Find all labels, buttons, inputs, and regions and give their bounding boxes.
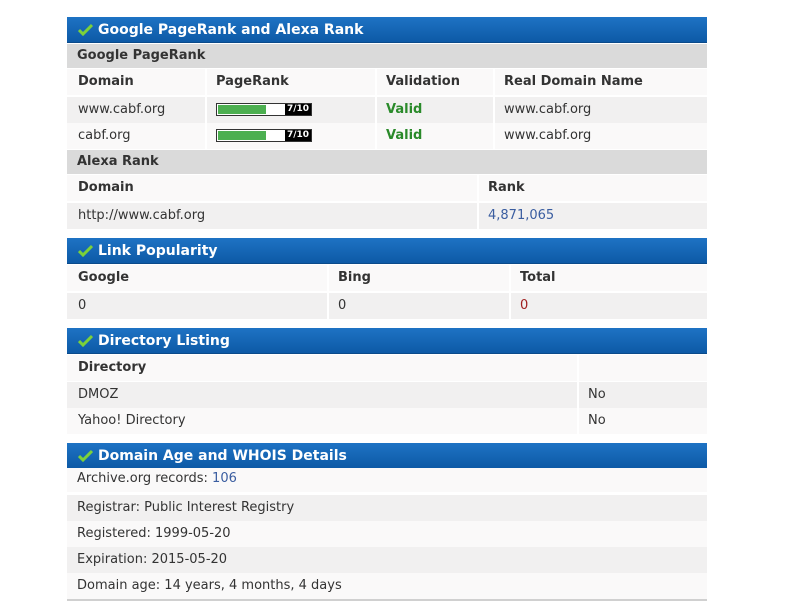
alexa-rank-link[interactable]: 4,871,065 xyxy=(477,203,707,229)
google-count: 0 xyxy=(78,298,87,313)
divider xyxy=(67,599,707,601)
validation-status: Valid xyxy=(386,102,423,117)
table-row: www.cabf.org 7/10 Valid www.cabf.org xyxy=(67,97,707,123)
table-row: cabf.org 7/10 Valid www.cabf.org xyxy=(67,123,707,149)
section-header-link-popularity: Link Popularity xyxy=(67,238,707,264)
column-header-pagerank: PageRank xyxy=(216,74,289,89)
directory-name: DMOZ xyxy=(78,387,119,402)
subhead-alexa-rank: Alexa Rank xyxy=(67,150,707,174)
domain-cell: www.cabf.org xyxy=(78,102,166,117)
section-header-pagerank: Google PageRank and Alexa Rank xyxy=(67,17,707,43)
table-row: 0 0 0 xyxy=(67,293,707,319)
validation-status: Valid xyxy=(386,128,423,143)
table-header-row: Domain Rank xyxy=(67,175,707,201)
column-header-total: Total xyxy=(520,270,556,285)
table-row: DMOZ No xyxy=(67,382,707,408)
directory-status: No xyxy=(588,387,606,402)
table-row: http://www.cabf.org 4,871,065 xyxy=(67,203,707,229)
column-header-real-domain: Real Domain Name xyxy=(504,74,643,89)
subhead-google-pagerank: Google PageRank xyxy=(67,44,707,68)
registered-date: Registered: 1999-05-20 xyxy=(77,526,231,541)
domain-cell: cabf.org xyxy=(78,128,131,143)
total-count: 0 xyxy=(520,298,529,313)
section-title: Google PageRank and Alexa Rank xyxy=(98,22,364,38)
expiration-date: Expiration: 2015-05-20 xyxy=(77,552,228,567)
check-icon xyxy=(78,334,93,347)
column-header-domain: Domain xyxy=(78,180,134,195)
archive-row: Archive.org records: 106 xyxy=(67,468,707,492)
domain-age-row: Domain age: 14 years, 4 months, 4 days xyxy=(67,573,707,599)
check-icon xyxy=(78,244,93,257)
registered-row: Registered: 1999-05-20 xyxy=(67,521,707,547)
column-header-rank: Rank xyxy=(488,180,525,195)
section-header-directory-listing: Directory Listing xyxy=(67,328,707,354)
pagerank-bar: 7/10 xyxy=(216,103,312,116)
alexa-domain-cell: http://www.cabf.org xyxy=(78,208,206,223)
directory-name: Yahoo! Directory xyxy=(78,413,186,428)
domain-age-text: Domain age: 14 years, 4 months, 4 days xyxy=(77,578,342,593)
real-domain-cell: www.cabf.org xyxy=(504,128,592,143)
section-title: Domain Age and WHOIS Details xyxy=(98,448,347,464)
table-row: Yahoo! Directory No xyxy=(67,408,707,434)
section-header-domain-age: Domain Age and WHOIS Details xyxy=(67,443,707,469)
directory-status: No xyxy=(588,413,606,428)
column-header-directory: Directory xyxy=(78,360,147,375)
pagerank-bar: 7/10 xyxy=(216,129,312,142)
pagerank-label: 7/10 xyxy=(285,104,311,115)
section-title: Link Popularity xyxy=(98,243,218,259)
pagerank-fill xyxy=(218,105,266,114)
expiration-row: Expiration: 2015-05-20 xyxy=(67,547,707,573)
check-icon xyxy=(78,23,93,36)
pagerank-label: 7/10 xyxy=(285,130,311,141)
archive-count-link[interactable]: 106 xyxy=(212,471,237,486)
table-header-row: Directory xyxy=(67,355,707,381)
registrar-text: Registrar: Public Interest Registry xyxy=(77,500,295,515)
archive-label: Archive.org records: xyxy=(77,471,213,486)
column-header-bing: Bing xyxy=(338,270,371,285)
table-header-row: Google Bing Total xyxy=(67,265,707,291)
column-header-validation: Validation xyxy=(386,74,460,89)
table-header-row: Domain PageRank Validation Real Domain N… xyxy=(67,69,707,95)
section-title: Directory Listing xyxy=(98,333,230,349)
pagerank-fill xyxy=(218,131,266,140)
column-header-domain: Domain xyxy=(78,74,134,89)
real-domain-cell: www.cabf.org xyxy=(504,102,592,117)
column-header-google: Google xyxy=(78,270,130,285)
check-icon xyxy=(78,449,93,462)
registrar-row: Registrar: Public Interest Registry xyxy=(67,495,707,521)
bing-count: 0 xyxy=(338,298,347,313)
archive-records: Archive.org records: 106 xyxy=(67,468,707,492)
